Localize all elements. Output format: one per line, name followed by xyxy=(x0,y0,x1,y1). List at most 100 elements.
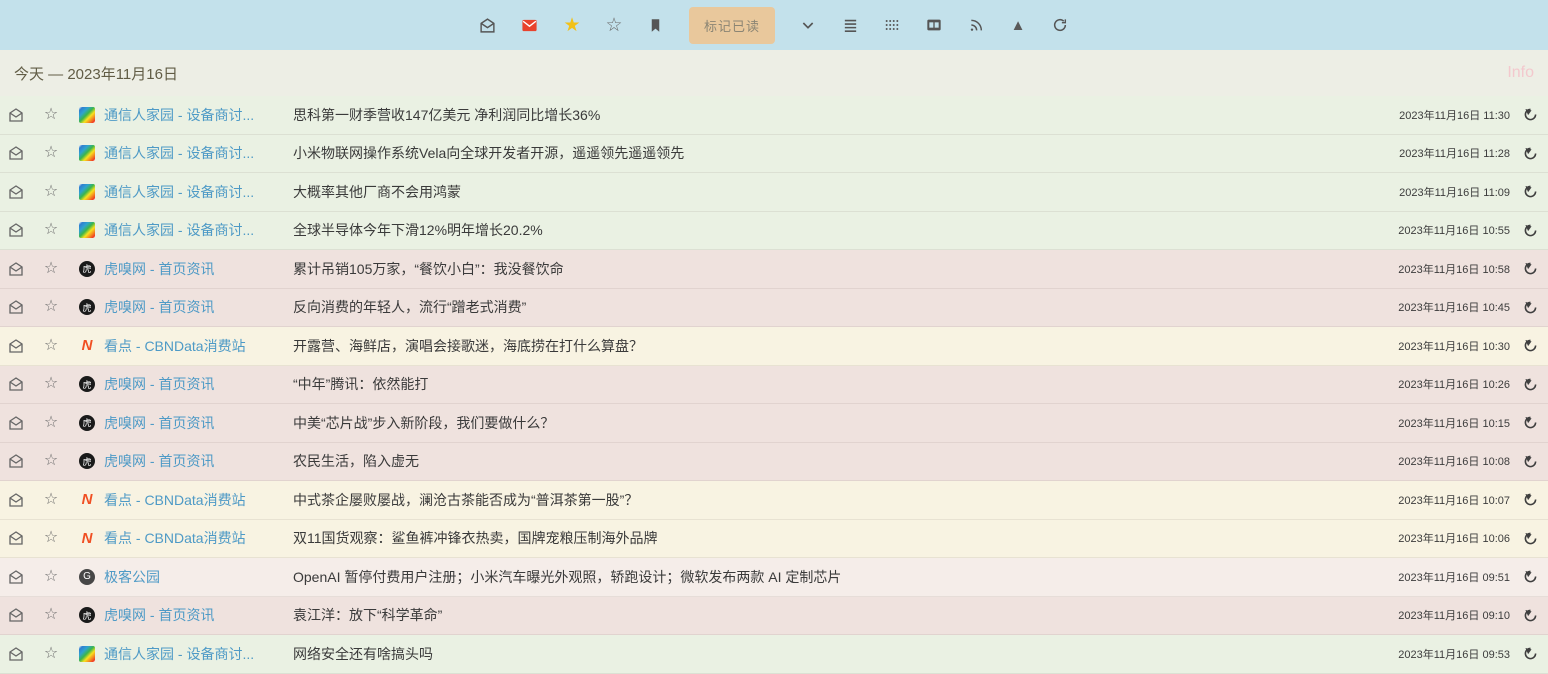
source-favicon xyxy=(79,222,95,238)
star-toggle-icon[interactable]: ☆ xyxy=(43,299,59,315)
star-toggle-icon[interactable]: ☆ xyxy=(43,145,59,161)
refresh-icon[interactable] xyxy=(1051,16,1069,34)
open-external-icon[interactable] xyxy=(1523,608,1538,623)
source-label: 通信人家园 - 设备商讨... xyxy=(104,182,276,202)
article-title: 双11国货观察：鲨鱼裤冲锋衣热卖，国牌宠粮压制海外品牌 xyxy=(293,528,1388,548)
article-title: 中式茶企屡败屡战，澜沧古茶能否成为“普洱茶第一股”？ xyxy=(293,490,1388,510)
open-external-icon[interactable] xyxy=(1523,569,1538,584)
article-title: 袁江洋：放下“科学革命” xyxy=(293,605,1388,625)
star-toggle-icon[interactable]: ☆ xyxy=(43,261,59,277)
source-favicon xyxy=(79,184,95,200)
star-toggle-icon[interactable]: ☆ xyxy=(43,607,59,623)
open-external-icon[interactable] xyxy=(1523,107,1538,122)
article-row[interactable]: ☆ 通信人家园 - 设备商讨... 大概率其他厂商不会用鸿蒙 2023年11月1… xyxy=(0,173,1548,212)
mail-open-icon[interactable] xyxy=(479,16,497,34)
open-external-icon[interactable] xyxy=(1523,415,1538,430)
article-row[interactable]: ☆ 通信人家园 - 设备商讨... 全球半导体今年下滑12%明年增长20.2% … xyxy=(0,212,1548,251)
article-row[interactable]: ☆ G 极客公园 OpenAI 暂停付费用户注册；小米汽车曝光外观照，轿跑设计；… xyxy=(0,558,1548,597)
article-title: “中年”腾讯：依然能打 xyxy=(293,374,1388,394)
article-row[interactable]: ☆ 虎 虎嗅网 - 首页资讯 “中年”腾讯：依然能打 2023年11月16日 1… xyxy=(0,366,1548,405)
article-timestamp: 2023年11月16日 11:09 xyxy=(1399,184,1510,200)
article-row[interactable]: ☆ N 看点 - CBNData消费站 双11国货观察：鲨鱼裤冲锋衣热卖，国牌宠… xyxy=(0,520,1548,559)
source-favicon: N xyxy=(79,530,95,546)
star-toggle-icon[interactable]: ☆ xyxy=(43,646,59,662)
grid-view-icon[interactable] xyxy=(883,16,901,34)
star-toggle-icon[interactable]: ☆ xyxy=(43,415,59,431)
mark-unread-icon[interactable] xyxy=(8,453,24,469)
mark-unread-icon[interactable] xyxy=(8,261,24,277)
mark-unread-icon[interactable] xyxy=(8,492,24,508)
article-row[interactable]: ☆ 虎 虎嗅网 - 首页资讯 反向消费的年轻人，流行“蹭老式消费” 2023年1… xyxy=(0,289,1548,328)
mark-unread-icon[interactable] xyxy=(8,376,24,392)
star-outline-icon[interactable]: ☆ xyxy=(605,16,623,34)
mark-unread-icon[interactable] xyxy=(8,338,24,354)
article-title: 大概率其他厂商不会用鸿蒙 xyxy=(293,182,1389,202)
source-label: 通信人家园 - 设备商讨... xyxy=(104,105,276,125)
source-label: 虎嗅网 - 首页资讯 xyxy=(104,413,276,433)
source-label: 通信人家园 - 设备商讨... xyxy=(104,143,276,163)
star-toggle-icon[interactable]: ☆ xyxy=(43,338,59,354)
mark-unread-icon[interactable] xyxy=(8,569,24,585)
mark-unread-icon[interactable] xyxy=(8,415,24,431)
open-external-icon[interactable] xyxy=(1523,492,1538,507)
star-toggle-icon[interactable]: ☆ xyxy=(43,376,59,392)
article-row[interactable]: ☆ 通信人家园 - 设备商讨... 小米物联网操作系统Vela向全球开发者开源，… xyxy=(0,135,1548,174)
mark-unread-icon[interactable] xyxy=(8,646,24,662)
list-view-icon[interactable] xyxy=(841,16,859,34)
mark-unread-icon[interactable] xyxy=(8,607,24,623)
triangle-up-icon[interactable]: ▲ xyxy=(1009,16,1027,34)
source-favicon: N xyxy=(79,338,95,354)
star-toggle-icon[interactable]: ☆ xyxy=(43,569,59,585)
star-filled-icon[interactable]: ★ xyxy=(563,16,581,34)
article-title: 农民生活，陷入虚无 xyxy=(293,451,1388,471)
open-external-icon[interactable] xyxy=(1523,531,1538,546)
mark-unread-icon[interactable] xyxy=(8,299,24,315)
open-external-icon[interactable] xyxy=(1523,146,1538,161)
source-favicon xyxy=(79,145,95,161)
star-toggle-icon[interactable]: ☆ xyxy=(43,492,59,508)
article-timestamp: 2023年11月16日 10:26 xyxy=(1398,376,1510,392)
source-favicon xyxy=(79,646,95,662)
source-label: 通信人家园 - 设备商讨... xyxy=(104,644,276,664)
source-favicon: G xyxy=(79,569,95,585)
open-external-icon[interactable] xyxy=(1523,377,1538,392)
source-favicon: 虎 xyxy=(79,415,95,431)
open-external-icon[interactable] xyxy=(1523,261,1538,276)
rss-icon[interactable] xyxy=(967,16,985,34)
article-row[interactable]: ☆ 虎 虎嗅网 - 首页资讯 农民生活，陷入虚无 2023年11月16日 10:… xyxy=(0,443,1548,482)
open-external-icon[interactable] xyxy=(1523,223,1538,238)
open-external-icon[interactable] xyxy=(1523,300,1538,315)
open-external-icon[interactable] xyxy=(1523,338,1538,353)
article-row[interactable]: ☆ 虎 虎嗅网 - 首页资讯 袁江洋：放下“科学革命” 2023年11月16日 … xyxy=(0,597,1548,636)
article-row[interactable]: ☆ N 看点 - CBNData消费站 开露营、海鲜店，演唱会接歌迷，海底捞在打… xyxy=(0,327,1548,366)
star-toggle-icon[interactable]: ☆ xyxy=(43,453,59,469)
article-row[interactable]: ☆ 虎 虎嗅网 - 首页资讯 中美“芯片战”步入新阶段，我们要做什么？ 2023… xyxy=(0,404,1548,443)
article-row[interactable]: ☆ 通信人家园 - 设备商讨... 网络安全还有啥搞头吗 2023年11月16日… xyxy=(0,635,1548,674)
mark-unread-icon[interactable] xyxy=(8,530,24,546)
article-timestamp: 2023年11月16日 09:10 xyxy=(1398,607,1510,623)
article-list: ☆ 通信人家园 - 设备商讨... 思科第一财季营收147亿美元 净利润同比增长… xyxy=(0,96,1548,674)
mail-unread-icon[interactable] xyxy=(521,16,539,34)
mark-unread-icon[interactable] xyxy=(8,222,24,238)
mark-unread-icon[interactable] xyxy=(8,107,24,123)
article-timestamp: 2023年11月16日 10:55 xyxy=(1398,222,1510,238)
open-external-icon[interactable] xyxy=(1523,454,1538,469)
date-title: 今天 — 2023年11月16日 xyxy=(14,63,178,84)
article-row[interactable]: ☆ 通信人家园 - 设备商讨... 思科第一财季营收147亿美元 净利润同比增长… xyxy=(0,96,1548,135)
star-toggle-icon[interactable]: ☆ xyxy=(43,107,59,123)
article-row[interactable]: ☆ 虎 虎嗅网 - 首页资讯 累计吊销105万家，“餐饮小白”：我没餐饮命 20… xyxy=(0,250,1548,289)
chevron-down-icon[interactable] xyxy=(799,16,817,34)
article-row[interactable]: ☆ N 看点 - CBNData消费站 中式茶企屡败屡战，澜沧古茶能否成为“普洱… xyxy=(0,481,1548,520)
open-external-icon[interactable] xyxy=(1523,646,1538,661)
reader-view-icon[interactable] xyxy=(925,16,943,34)
toolbar: ★ ☆ 标记已读 ▲ xyxy=(0,0,1548,50)
mark-unread-icon[interactable] xyxy=(8,145,24,161)
mark-unread-icon[interactable] xyxy=(8,184,24,200)
bookmark-icon[interactable] xyxy=(647,16,665,34)
source-label: 虎嗅网 - 首页资讯 xyxy=(104,259,276,279)
star-toggle-icon[interactable]: ☆ xyxy=(43,184,59,200)
star-toggle-icon[interactable]: ☆ xyxy=(43,530,59,546)
mark-read-button[interactable]: 标记已读 xyxy=(689,7,775,44)
open-external-icon[interactable] xyxy=(1523,184,1538,199)
star-toggle-icon[interactable]: ☆ xyxy=(43,222,59,238)
